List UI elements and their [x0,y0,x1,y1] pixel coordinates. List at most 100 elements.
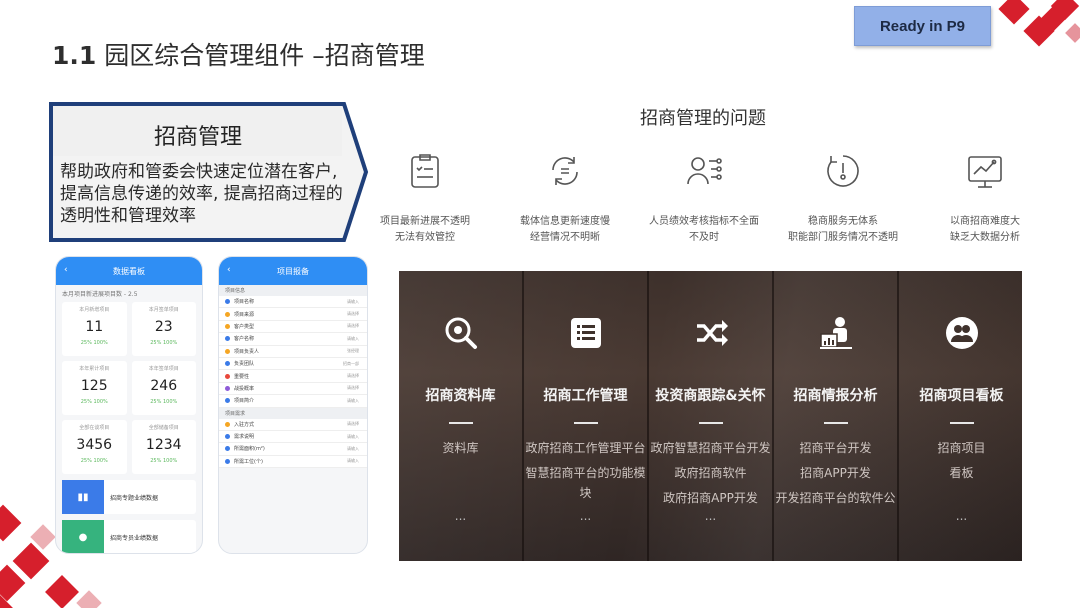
form-section-header: 项目需求 [219,407,367,419]
phone-header: ‹ 项目报备 [219,257,367,285]
phone-header-title: 项目报备 [277,266,309,276]
shuffle-icon [696,320,728,346]
chart-board-icon [968,156,1002,188]
form-row[interactable]: 需求说明 请输入 [219,430,367,444]
phone-header: ‹ 数据看板 [56,257,202,285]
dashboard-grid: 本月新增项目 11 25% 100% 本月签单项目 23 25% 100% 本年累计项目… [56,302,202,474]
module-column[interactable]: 招商资料库 资料库 ... [399,271,524,561]
stat-card[interactable]: 全部储备项目 1234 25% 100% [131,420,196,474]
field-icon [225,446,230,452]
module-divider [573,422,598,424]
problem-text-line2: 缺乏大数据分析 [950,232,1020,243]
form-row[interactable]: 战投概率 请选择 [219,382,367,396]
ready-badge: Ready in P9 [854,6,991,46]
field-label: 客户类型 [234,323,255,330]
module-divider [698,422,723,424]
stat-percent: 25% 100% [150,399,178,405]
form-row[interactable]: 所需工位(个) 请输入 [219,455,367,469]
form-row[interactable]: 项目简介 请输入 [219,395,367,408]
field-value: 请输入 [347,335,359,341]
problem-item: 稳商服务无体系 职能部门服务情况不透明 [768,150,918,246]
stat-percent: 25% 100% [150,340,178,346]
field-label: 项目来源 [234,311,255,318]
refresh-icon [552,157,578,185]
module-item: 智慧招商平台的功能模 [525,466,646,480]
staff-performance-button[interactable]: ● 招商专员业绩数据 [62,520,196,553]
problem-text-line2: 职能部门服务情况不透明 [788,232,898,243]
phone-header-title: 数据看板 [113,266,145,276]
stat-label: 本年累计项目 [79,366,110,372]
module-column[interactable]: 招商情报分析 招商平台开发 招商APP开发 开发招商平台的软件公 [774,271,899,561]
form-row[interactable]: 项目负责人 张经理 [219,345,367,358]
back-icon[interactable]: ‹ [227,265,231,275]
problem-item: 载体信息更新速度慢 经营情况不明晰 [490,150,640,246]
module-item: 块 [579,486,592,500]
stat-value: 1234 [145,437,182,453]
module-item: 看板 [949,466,974,480]
module-divider [823,422,848,424]
problem-item: 项目最新进展不透明 无法有效管控 [350,150,500,246]
callout-box: 招商管理 帮助政府和管委会快速定位潜在客户,提高信息传递的效率, 提高招商过程的… [48,101,370,243]
stat-label: 本月签单项目 [148,307,179,313]
stat-percent: 25% 100% [80,399,108,405]
people-network-icon [687,157,722,185]
module-more: ... [579,509,592,523]
form-row[interactable]: 项目名称 请输入 [219,296,367,309]
form-row[interactable]: 客户类型 请选择 [219,320,367,334]
problem-text-line1: 人员绩效考核指标不全面 [649,216,759,227]
form-section-header: 项目信息 [219,285,367,296]
form-row[interactable]: 入驻方式 请选择 [219,418,367,431]
topic-performance-button[interactable]: ▮▮ 招商专题业绩数据 [62,480,196,514]
stat-card[interactable]: 本月新增项目 11 25% 100% [62,302,127,356]
module-more: ... [704,509,717,523]
field-icon [225,398,230,404]
module-item: 资料库 [442,441,479,455]
field-value: 张经理 [347,348,359,354]
stat-card[interactable]: 本年累计项目 125 25% 100% [62,361,127,415]
field-label: 战投概率 [234,385,255,392]
module-item: 招商APP开发 [800,466,871,480]
form-row[interactable]: 客户名称 请输入 [219,333,367,346]
problem-item: 以商招商难度大 缺乏大数据分析 [910,150,1060,246]
module-column[interactable]: 招商工作管理 政府招商工作管理平台 智慧招商平台的功能模 块 ... [524,271,649,561]
form-row[interactable]: 项目来源 请选择 [219,308,367,321]
stat-value: 125 [80,378,108,394]
module-column[interactable]: 招商项目看板 招商项目 看板 ... [899,271,1022,561]
stat-percent: 25% 100% [80,458,108,464]
modules-panel: 招商资料库 资料库 ... 招商工作管理 政府招商工作管理平台 智慧招商平台的功… [399,271,1022,561]
stat-card[interactable]: 本年签单项目 246 25% 100% [131,361,196,415]
user-icon: ● [62,520,104,553]
field-label: 项目名称 [234,299,255,306]
stat-percent: 25% 100% [150,458,178,464]
stat-label: 本月新增项目 [79,307,110,313]
field-label: 需求说明 [234,434,255,441]
field-label: 项目简介 [234,398,255,405]
field-value: 请输入 [347,445,359,451]
dashboard-subtitle: 本月项目新进展项目数 - 2.5 [62,291,138,298]
field-value: 请输入 [347,433,359,439]
stat-card[interactable]: 全部在谈项目 3456 25% 100% [62,420,127,474]
stat-value: 246 [150,378,178,394]
module-title: 招商情报分析 [793,388,878,404]
form-row[interactable]: 所需面积(m²) 请输入 [219,443,367,456]
form-row[interactable]: 负责团队 招商一部 [219,357,367,371]
field-value: 请选择 [347,323,359,329]
field-label: 重要性 [234,373,250,380]
button-label: 招商专题业绩数据 [110,494,159,502]
module-item: 政府招商工作管理平台 [525,441,646,455]
field-label: 项目负责人 [234,348,260,355]
field-value: 请输入 [347,298,359,304]
module-column[interactable]: 投资商跟踪&关怀 政府智慧招商平台开发 政府招商软件 政府招商APP开发 ... [649,271,774,561]
stat-label: 本年签单项目 [148,366,179,372]
bar-chart-icon: ▮▮ [62,480,104,514]
field-label: 所需工位(个) [234,458,263,465]
problem-text-line1: 载体信息更新速度慢 [520,216,610,227]
back-icon[interactable]: ‹ [64,265,68,275]
module-item: 招商平台开发 [799,441,872,455]
slide-title: 1.1 园区综合管理组件 –招商管理 [52,36,425,72]
field-label: 所需面积(m²) [234,446,265,453]
module-more: ... [955,509,968,523]
stat-label: 全部储备项目 [148,425,179,431]
stat-card[interactable]: 本月签单项目 23 25% 100% [131,302,196,356]
form-row[interactable]: 重要性 请选择 [219,370,367,383]
